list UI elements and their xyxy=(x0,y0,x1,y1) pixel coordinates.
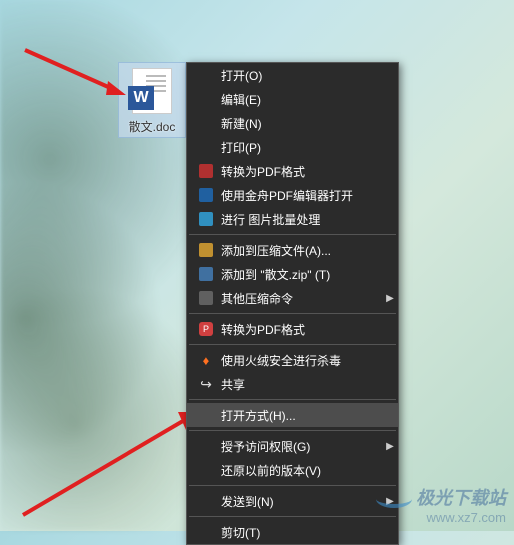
file-icon-selected[interactable]: W 散文.doc xyxy=(118,62,186,138)
chevron-right-icon: ▶ xyxy=(382,293,398,304)
menu-separator xyxy=(189,430,396,431)
zip-icon xyxy=(195,266,217,282)
share-icon: ↪ xyxy=(195,376,217,392)
menu-print[interactable]: 打印(P) xyxy=(187,135,398,159)
menu-antivirus[interactable]: ♦ 使用火绒安全进行杀毒 xyxy=(187,348,398,372)
menu-label: 添加到 "散文.zip" (T) xyxy=(221,266,398,283)
blank-icon xyxy=(195,493,217,509)
blank-icon xyxy=(195,407,217,423)
word-badge-icon: W xyxy=(128,86,154,110)
menu-add-zip[interactable]: 添加到 "散文.zip" (T) xyxy=(187,262,398,286)
menu-convert-pdf-2[interactable]: P 转换为PDF格式 xyxy=(187,317,398,341)
pdf-red-icon: P xyxy=(195,321,217,337)
fire-icon: ♦ xyxy=(195,352,217,368)
chevron-right-icon: ▶ xyxy=(382,441,398,452)
menu-new[interactable]: 新建(N) xyxy=(187,111,398,135)
pdf-editor-icon xyxy=(195,187,217,203)
menu-label: 使用金舟PDF编辑器打开 xyxy=(221,187,398,204)
blank-icon xyxy=(195,139,217,155)
menu-send-to[interactable]: 发送到(N) ▶ xyxy=(187,489,398,513)
menu-separator xyxy=(189,344,396,345)
menu-separator xyxy=(189,234,396,235)
menu-add-archive[interactable]: 添加到压缩文件(A)... xyxy=(187,238,398,262)
file-label: 散文.doc xyxy=(119,118,185,135)
menu-label: 新建(N) xyxy=(221,115,398,132)
word-document-icon: W xyxy=(132,68,172,114)
menu-label: 发送到(N) xyxy=(221,493,382,510)
menu-separator xyxy=(189,399,396,400)
menu-label: 添加到压缩文件(A)... xyxy=(221,242,398,259)
image-icon xyxy=(195,211,217,227)
menu-label: 打印(P) xyxy=(221,139,398,156)
context-menu: 打开(O) 编辑(E) 新建(N) 打印(P) 转换为PDF格式 使用金舟PDF… xyxy=(186,62,399,545)
menu-edit[interactable]: 编辑(E) xyxy=(187,87,398,111)
menu-restore-version[interactable]: 还原以前的版本(V) xyxy=(187,458,398,482)
menu-convert-pdf[interactable]: 转换为PDF格式 xyxy=(187,159,398,183)
blank-icon xyxy=(195,115,217,131)
pdf-icon xyxy=(195,163,217,179)
menu-label: 编辑(E) xyxy=(221,91,398,108)
menu-label: 转换为PDF格式 xyxy=(221,163,398,180)
menu-label: 打开方式(H)... xyxy=(221,407,398,424)
menu-label: 使用火绒安全进行杀毒 xyxy=(221,352,398,369)
menu-share[interactable]: ↪ 共享 xyxy=(187,372,398,396)
menu-cut[interactable]: 剪切(T) xyxy=(187,520,398,544)
menu-grant-access[interactable]: 授予访问权限(G) ▶ xyxy=(187,434,398,458)
compress-icon xyxy=(195,290,217,306)
menu-separator xyxy=(189,313,396,314)
menu-label: 其他压缩命令 xyxy=(221,290,382,307)
blank-icon xyxy=(195,67,217,83)
blank-icon xyxy=(195,462,217,478)
menu-label: 转换为PDF格式 xyxy=(221,321,398,338)
menu-label: 打开(O) xyxy=(221,67,398,84)
menu-open-pdf-editor[interactable]: 使用金舟PDF编辑器打开 xyxy=(187,183,398,207)
archive-icon xyxy=(195,242,217,258)
menu-separator xyxy=(189,485,396,486)
chevron-right-icon: ▶ xyxy=(382,496,398,507)
menu-open-with[interactable]: 打开方式(H)... xyxy=(187,403,398,427)
blank-icon xyxy=(195,91,217,107)
menu-label: 还原以前的版本(V) xyxy=(221,462,398,479)
blank-icon xyxy=(195,524,217,540)
menu-label: 剪切(T) xyxy=(221,524,398,541)
menu-label: 授予访问权限(G) xyxy=(221,438,382,455)
menu-separator xyxy=(189,516,396,517)
blank-icon xyxy=(195,438,217,454)
menu-other-compress[interactable]: 其他压缩命令 ▶ xyxy=(187,286,398,310)
menu-open[interactable]: 打开(O) xyxy=(187,63,398,87)
menu-label: 进行 图片批量处理 xyxy=(221,211,398,228)
menu-image-batch[interactable]: 进行 图片批量处理 xyxy=(187,207,398,231)
menu-label: 共享 xyxy=(221,376,398,393)
